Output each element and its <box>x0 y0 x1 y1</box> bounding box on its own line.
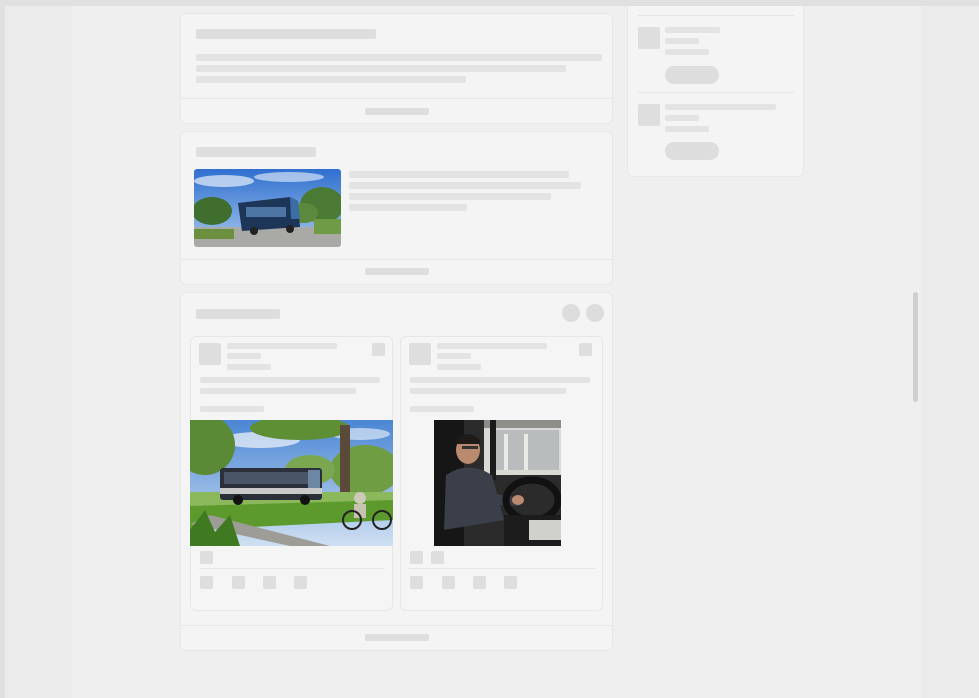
slide-divider <box>199 568 385 569</box>
slide-menu-icon[interactable] <box>372 343 385 356</box>
slide-divider <box>409 568 595 569</box>
electric-city-bus-with-cyclist-photo[interactable] <box>190 420 393 546</box>
post-text-line-placeholder <box>196 76 466 83</box>
slide-action-icon[interactable] <box>263 576 276 589</box>
post-footer-action-placeholder[interactable] <box>365 268 429 275</box>
post-footer-divider <box>181 98 612 99</box>
suggestion-meta-placeholder <box>665 38 699 44</box>
slide-author-meta-placeholder <box>227 353 261 359</box>
slide-reaction-placeholder[interactable] <box>431 551 444 564</box>
slide-avatar-placeholder <box>199 343 221 365</box>
vertical-scrollbar[interactable] <box>913 292 918 402</box>
carousel-slide-1[interactable] <box>190 336 393 611</box>
slide-action-icon[interactable] <box>232 576 245 589</box>
link-preview-line-placeholder <box>349 182 581 189</box>
slide-action-icon[interactable] <box>473 576 486 589</box>
suggestion-name-placeholder <box>665 104 776 110</box>
slide-author-name-placeholder <box>227 343 337 349</box>
carousel-title-placeholder <box>196 309 280 319</box>
slide-text-line-placeholder <box>410 388 566 394</box>
carousel-slide-2[interactable] <box>400 336 603 611</box>
slide-author-name-placeholder <box>437 343 547 349</box>
sidebar-suggestions-card <box>627 6 804 177</box>
slide-author-meta-placeholder <box>437 353 471 359</box>
slide-author-meta-placeholder <box>227 364 271 370</box>
slide-reaction-placeholder[interactable] <box>410 551 423 564</box>
tour-coach-bus-photo[interactable] <box>194 169 341 247</box>
suggestion-meta-placeholder <box>665 49 709 55</box>
slide-text-line-placeholder <box>410 377 590 383</box>
feed-post-card-2[interactable] <box>180 131 613 285</box>
slide-action-icon[interactable] <box>200 576 213 589</box>
link-preview-line-placeholder <box>349 193 551 200</box>
sidebar-divider <box>638 92 794 93</box>
slide-author-meta-placeholder <box>437 364 481 370</box>
suggestion-follow-button[interactable] <box>665 142 719 160</box>
link-preview-line-placeholder <box>349 171 569 178</box>
post-title-placeholder <box>196 29 376 39</box>
feed-post-card-1[interactable] <box>180 13 613 124</box>
slide-action-icon[interactable] <box>442 576 455 589</box>
link-preview-line-placeholder <box>349 204 467 211</box>
post-footer-action-placeholder[interactable] <box>365 108 429 115</box>
post-title-placeholder <box>196 147 316 157</box>
post-text-line-placeholder <box>196 54 602 61</box>
slide-text-line-placeholder <box>200 406 264 412</box>
post-footer-divider <box>181 625 612 626</box>
sidebar-divider <box>638 15 794 16</box>
feed-post-card-3[interactable] <box>180 292 613 651</box>
suggestion-avatar-placeholder <box>638 104 660 126</box>
suggestion-follow-button[interactable] <box>665 66 719 84</box>
suggestion-avatar-placeholder <box>638 27 660 49</box>
slide-action-icon[interactable] <box>294 576 307 589</box>
post-text-line-placeholder <box>196 65 566 72</box>
slide-action-icon[interactable] <box>410 576 423 589</box>
slide-text-line-placeholder <box>410 406 474 412</box>
suggestion-meta-placeholder <box>665 115 699 121</box>
post-footer-divider <box>181 259 612 260</box>
post-footer-action-placeholder[interactable] <box>365 634 429 641</box>
carousel-next-button[interactable] <box>586 304 604 322</box>
suggestion-name-placeholder <box>665 27 720 33</box>
slide-text-line-placeholder <box>200 388 356 394</box>
slide-avatar-placeholder <box>409 343 431 365</box>
suggestion-meta-placeholder <box>665 126 709 132</box>
bus-driver-at-steering-wheel-photo[interactable] <box>434 420 561 546</box>
carousel-prev-button[interactable] <box>562 304 580 322</box>
slide-menu-icon[interactable] <box>579 343 592 356</box>
slide-action-icon[interactable] <box>504 576 517 589</box>
slide-reaction-placeholder[interactable] <box>200 551 213 564</box>
slide-text-line-placeholder <box>200 377 380 383</box>
